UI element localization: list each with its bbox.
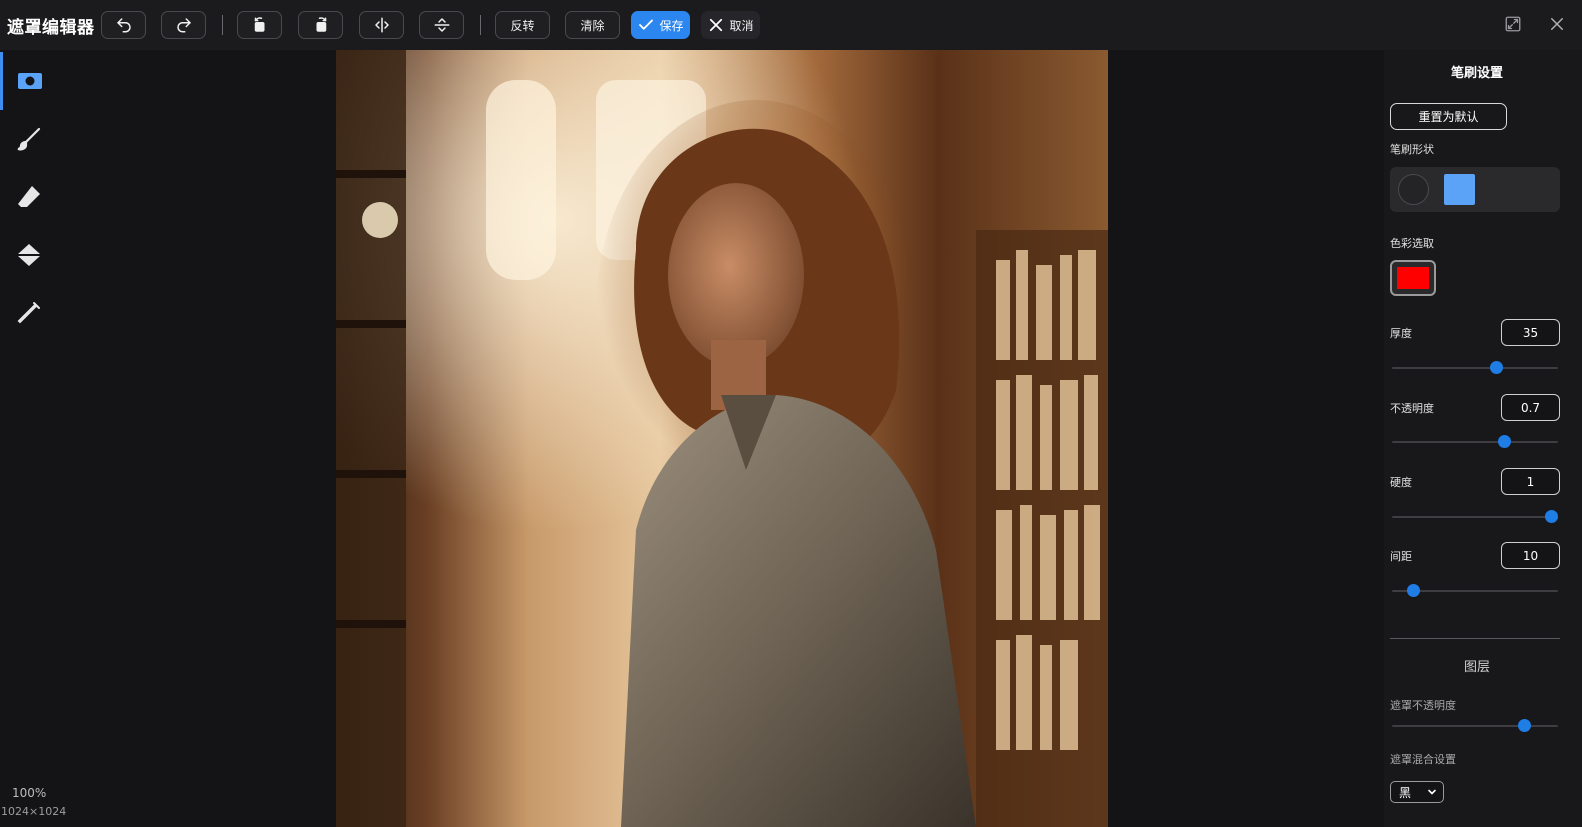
hardness-input[interactable]: 1 (1501, 468, 1560, 495)
close-icon (710, 18, 723, 32)
color-pick-label: 色彩选取 (1390, 237, 1434, 250)
flip-horizontal-icon (374, 17, 389, 33)
slider-knob[interactable] (1544, 510, 1558, 523)
mask-opacity-slider[interactable] (1392, 719, 1558, 732)
section-divider (1390, 638, 1560, 639)
spacing-label: 间距 (1390, 550, 1412, 563)
check-icon (639, 19, 654, 30)
close-window-icon (1551, 18, 1563, 30)
save-label: 保存 (659, 18, 684, 33)
redo-icon (176, 18, 191, 33)
expand-window-button[interactable] (1503, 14, 1523, 34)
opacity-label: 不透明度 (1390, 402, 1434, 415)
thickness-slider[interactable] (1392, 361, 1558, 374)
eyedropper-icon (17, 302, 40, 324)
hardness-slider[interactable] (1392, 510, 1558, 523)
cancel-button[interactable]: 取消 (701, 11, 760, 39)
flip-vertical-button[interactable] (419, 11, 464, 39)
mask-blend-label: 遮罩混合设置 (1390, 753, 1456, 766)
mask-icon (18, 73, 42, 89)
zoom-level: 100% (12, 786, 47, 800)
hardness-label: 硬度 (1390, 476, 1412, 489)
layers-title: 图层 (1463, 660, 1490, 675)
color-picker-tool[interactable] (0, 284, 62, 342)
spacing-slider[interactable] (1392, 584, 1558, 597)
tool-rail: 100% 1024×1024 (0, 50, 66, 827)
slider-knob[interactable] (1498, 435, 1512, 448)
brush-tool[interactable] (0, 110, 62, 168)
expand-icon (1505, 16, 1521, 32)
invert-button[interactable]: 反转 (495, 11, 550, 39)
rotate-right-icon (316, 17, 326, 32)
toolbar-divider (222, 15, 223, 35)
brush-shape-label: 笔刷形状 (1390, 143, 1434, 156)
thickness-input[interactable]: 35 (1501, 319, 1560, 346)
eraser-icon (18, 186, 40, 207)
close-window-button[interactable] (1547, 14, 1567, 34)
fill-tool[interactable] (0, 226, 62, 284)
flip-vertical-icon (434, 18, 449, 32)
color-fill (1397, 267, 1429, 289)
brush-settings-panel: 笔刷设置 重置为默认 笔刷形状 色彩选取 厚度 35 不透明度 0.7 硬度 1… (1384, 50, 1582, 827)
brush-icon (17, 127, 41, 151)
spacing-input[interactable]: 10 (1501, 542, 1560, 569)
thickness-label: 厚度 (1390, 327, 1412, 340)
square-shape-option[interactable] (1444, 174, 1475, 205)
clear-button[interactable]: 清除 (565, 11, 620, 39)
rotate-left-icon (254, 17, 264, 32)
portrait-photo (336, 50, 1108, 827)
undo-button[interactable] (101, 11, 146, 39)
image-dimensions: 1024×1024 (1, 805, 67, 818)
opacity-slider[interactable] (1392, 435, 1558, 448)
opacity-input[interactable]: 0.7 (1501, 394, 1560, 421)
eraser-tool[interactable] (0, 168, 62, 226)
slider-knob[interactable] (1407, 584, 1421, 597)
toolbar-divider (480, 15, 481, 35)
paint-bucket-icon (18, 244, 40, 266)
cancel-label: 取消 (729, 18, 754, 33)
slider-knob[interactable] (1518, 719, 1532, 732)
mask-view-tool[interactable] (0, 52, 62, 110)
chevron-down-icon (1428, 789, 1436, 795)
top-toolbar: 遮罩编辑器 反转 清除 保存 取消 (0, 0, 1582, 50)
redo-button[interactable] (161, 11, 206, 39)
mask-blend-select[interactable]: 黑 (1390, 781, 1444, 803)
panel-title: 笔刷设置 (1450, 66, 1503, 81)
flip-horizontal-button[interactable] (359, 11, 404, 39)
save-button[interactable]: 保存 (631, 11, 690, 39)
undo-icon (116, 18, 131, 33)
brush-shape-selector (1390, 167, 1560, 212)
reset-default-button[interactable]: 重置为默认 (1390, 103, 1507, 130)
image-canvas[interactable] (336, 50, 1108, 827)
slider-knob[interactable] (1490, 361, 1504, 374)
mask-opacity-label: 遮罩不透明度 (1390, 699, 1456, 712)
app-title: 遮罩编辑器 (7, 18, 95, 38)
rotate-right-button[interactable] (298, 11, 343, 39)
blend-selected-value: 黑 (1399, 785, 1412, 800)
brush-color-swatch[interactable] (1390, 260, 1436, 296)
rotate-left-button[interactable] (237, 11, 282, 39)
circle-shape-option[interactable] (1398, 174, 1429, 205)
